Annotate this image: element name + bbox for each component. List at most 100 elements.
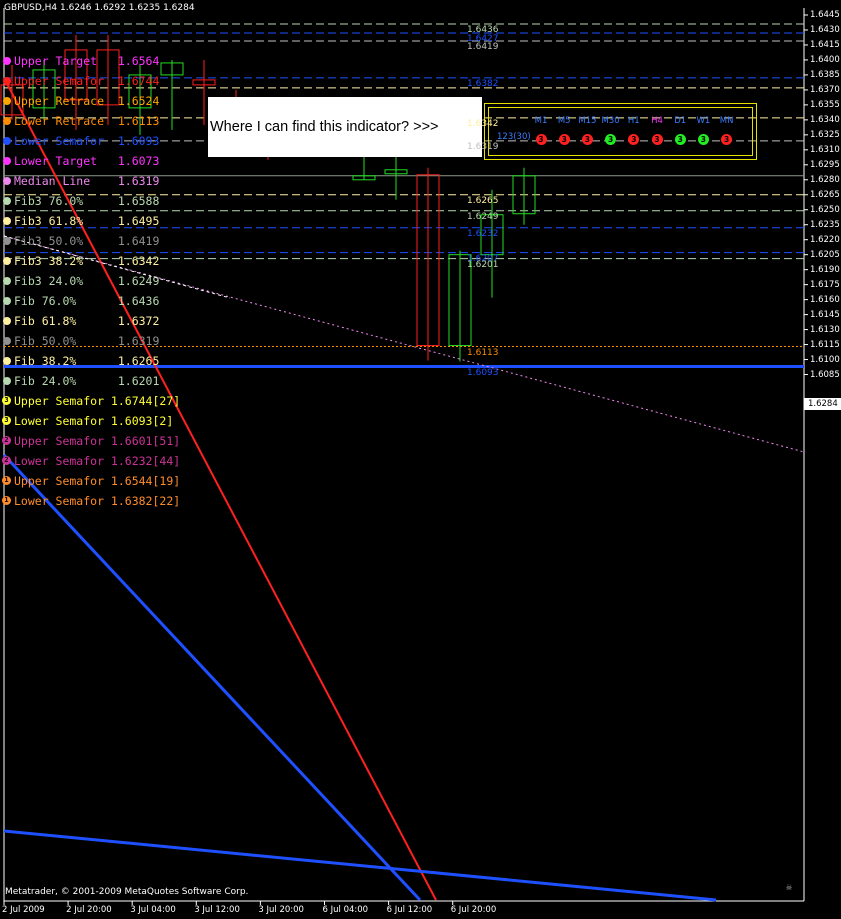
price-tick: 1.6340 bbox=[810, 114, 840, 125]
level-label: 1.6382 bbox=[467, 78, 499, 89]
semafor-level-icon: 3 bbox=[2, 416, 11, 425]
time-tick: 6 Jul 20:00 bbox=[450, 905, 497, 915]
timeframe-signal-icon: 3 bbox=[674, 134, 686, 145]
price-tick: 1.6235 bbox=[810, 219, 840, 230]
price-tick: 1.6115 bbox=[810, 339, 840, 350]
legend-dot-icon bbox=[3, 217, 11, 225]
price-tick: 1.6385 bbox=[810, 69, 840, 80]
legend-text: Median Line 1.6319 bbox=[14, 174, 160, 188]
level-label: 1.6232 bbox=[467, 228, 499, 239]
legend-item: Upper Target 1.6564 bbox=[3, 54, 160, 68]
price-tick: 1.6085 bbox=[810, 369, 840, 380]
chart-header: GBPUSD,H4 1.6246 1.6292 1.6235 1.6284 bbox=[4, 3, 195, 13]
semafor-level-icon: 1 bbox=[2, 496, 11, 505]
legend-dot-icon bbox=[3, 137, 11, 145]
legend-dot-icon bbox=[3, 97, 11, 105]
legend-item: Fib3 50.0% 1.6419 bbox=[3, 234, 160, 248]
price-tick: 1.6145 bbox=[810, 309, 840, 320]
time-tick: 2 Jul 2009 bbox=[2, 905, 45, 915]
copyright-text: Metatrader, © 2001-2009 MetaQuotes Softw… bbox=[5, 887, 249, 897]
legend-text: Lower Semafor 1.6232[44] bbox=[14, 454, 181, 468]
time-tick: 3 Jul 12:00 bbox=[194, 905, 240, 915]
price-tick: 1.6400 bbox=[810, 54, 840, 65]
level-label: 1.6265 bbox=[467, 195, 499, 206]
timeframe-label: W1 bbox=[696, 116, 711, 126]
indicator-name: 123(30) bbox=[497, 132, 531, 142]
legend-item: Fib 76.0% 1.6436 bbox=[3, 294, 159, 308]
timeframe-panel: 123(30) M1 3 M5 3 M15 3 M30 3 H1 3 H4 3 D1 3 W1 3 MN 3 bbox=[484, 103, 757, 160]
legend-text: Fib 61.8% 1.6372 bbox=[14, 314, 160, 328]
time-tick: 2 Jul 20:00 bbox=[66, 905, 112, 915]
legend-dot-icon bbox=[3, 177, 11, 185]
legend-dot-icon bbox=[3, 317, 11, 325]
legend-text: Fib 24.0% 1.6201 bbox=[14, 374, 160, 388]
legend-text: Fib 38.2% 1.6265 bbox=[14, 354, 160, 368]
level-label: 1.6249 bbox=[467, 211, 499, 222]
price-tick: 1.6265 bbox=[810, 189, 840, 200]
time-tick: 3 Jul 20:00 bbox=[258, 905, 304, 915]
legend-dot-icon bbox=[3, 297, 11, 305]
timeframe-label: M15 bbox=[578, 116, 597, 126]
legend-item: Fib 24.0% 1.6201 bbox=[3, 374, 160, 388]
legend-item: 3 Lower Semafor 1.6093[2] bbox=[2, 414, 173, 428]
timeframe-signal-icon: 3 bbox=[558, 134, 570, 145]
price-tick: 1.6325 bbox=[810, 129, 840, 140]
current-price-badge: 1.6284 bbox=[804, 398, 841, 410]
legend-text: Lower Semafor 1.6093 bbox=[14, 134, 160, 148]
legend-item: Upper Semafor 1.6744 bbox=[3, 74, 160, 88]
price-tick: 1.6370 bbox=[810, 84, 840, 95]
price-tick: 1.6100 bbox=[810, 354, 840, 365]
price-tick: 1.6175 bbox=[810, 279, 840, 290]
legend-text: Fib3 76.0% 1.6588 bbox=[14, 194, 160, 208]
timeframe-label: MN bbox=[719, 116, 734, 126]
time-tick: 6 Jul 04:00 bbox=[322, 905, 369, 915]
legend-item: Fib 38.2% 1.6265 bbox=[3, 354, 160, 368]
price-tick: 1.6430 bbox=[810, 24, 840, 35]
legend-dot-icon bbox=[3, 277, 11, 285]
price-tick: 1.6310 bbox=[810, 144, 840, 155]
timeframe-signal-icon: 3 bbox=[697, 134, 709, 145]
level-label: 1.6201 bbox=[467, 259, 499, 270]
legend-text: Upper Semafor 1.6744[27] bbox=[14, 394, 181, 408]
level-label: 1.6093 bbox=[467, 367, 499, 378]
legend-item: Fib 50.0% 1.6319 bbox=[3, 334, 160, 348]
timeframe-label: H1 bbox=[627, 116, 640, 126]
price-tick: 1.6295 bbox=[810, 159, 840, 170]
legend-dot-icon bbox=[3, 337, 11, 345]
level-label: 1.6113 bbox=[467, 347, 499, 358]
legend-item: Fib3 38.2% 1.6342 bbox=[3, 254, 159, 268]
legend-text: Upper Target 1.6564 bbox=[14, 54, 160, 68]
legend-item: Fib3 24.0% 1.6249 bbox=[3, 274, 160, 288]
trendline-blue-steep bbox=[2, 453, 422, 902]
legend-text: Upper Semafor 1.6744 bbox=[14, 74, 160, 88]
legend-item: Fib3 76.0% 1.6588 bbox=[3, 194, 160, 208]
price-tick: 1.6160 bbox=[810, 294, 840, 305]
legend-text: Upper Semafor 1.6544[19] bbox=[14, 474, 181, 488]
legend-dot-icon bbox=[3, 57, 11, 65]
time-tick: 6 Jul 12:00 bbox=[386, 905, 433, 915]
semafor-level-icon: 1 bbox=[2, 476, 11, 485]
skull-icon: ☠ bbox=[786, 882, 793, 893]
legend-item: Fib 61.8% 1.6372 bbox=[3, 314, 160, 328]
legend-item: 3 Upper Semafor 1.6744[27] bbox=[2, 394, 181, 408]
legend-text: Fib3 61.8% 1.6495 bbox=[14, 214, 160, 228]
price-tick: 1.6205 bbox=[810, 249, 840, 260]
legend-item: Median Line 1.6319 bbox=[3, 174, 160, 188]
timeframe-signal-icon: 3 bbox=[581, 134, 593, 145]
question-banner: Where I can find this indicator? >>> bbox=[208, 97, 482, 157]
legend-dot-icon bbox=[3, 197, 11, 205]
timeframe-label: M5 bbox=[557, 116, 571, 126]
time-tick: 3 Jul 04:00 bbox=[130, 905, 176, 915]
legend-item: 2 Lower Semafor 1.6232[44] bbox=[2, 454, 181, 468]
legend-text: Lower Target 1.6073 bbox=[14, 154, 160, 168]
legend-dot-icon bbox=[3, 117, 11, 125]
legend-dot-icon bbox=[3, 357, 11, 365]
legend-item: Lower Semafor 1.6093 bbox=[3, 134, 160, 148]
legend-text: Fib3 24.0% 1.6249 bbox=[14, 274, 160, 288]
legend-text: Lower Semafor 1.6382[22] bbox=[14, 494, 181, 508]
legend-text: Fib3 50.0% 1.6419 bbox=[14, 234, 160, 248]
legend-text: Fib 50.0% 1.6319 bbox=[14, 334, 160, 348]
timeframe-label: M1 bbox=[534, 116, 548, 126]
price-tick: 1.6190 bbox=[810, 264, 840, 275]
legend-dot-icon bbox=[3, 257, 11, 265]
